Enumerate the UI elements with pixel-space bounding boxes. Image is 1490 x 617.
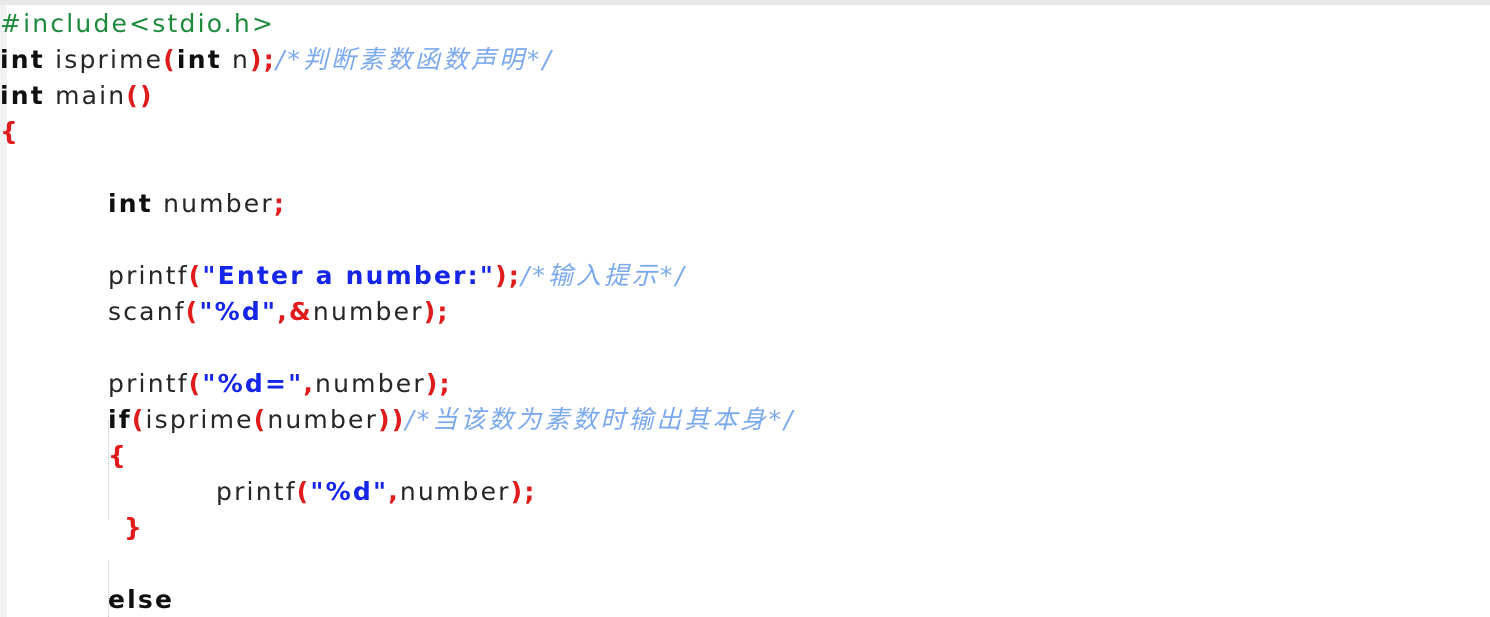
code-line[interactable]: printf("%d=",number); [0, 366, 1490, 402]
code-line[interactable]: } [0, 510, 1490, 546]
code-line[interactable]: if(isprime(number))/*当该数为素数时输出其本身*/ [0, 402, 1490, 438]
punctuation-token: ( [163, 45, 177, 74]
code-line[interactable]: { [0, 438, 1490, 474]
code-line[interactable]: printf("%d",number); [0, 474, 1490, 510]
punctuation-token: } [124, 513, 144, 542]
string-literal-token: "%d=" [202, 369, 304, 398]
identifier-token: number [315, 369, 426, 398]
identifier-token: number [267, 405, 379, 434]
punctuation-token: ( [253, 405, 268, 434]
punctuation-token: ( [131, 405, 146, 434]
code-line-blank[interactable] [0, 222, 1490, 258]
punctuation-token: ; [439, 369, 452, 398]
indent-guide-line [108, 560, 109, 617]
punctuation-token: ) [425, 369, 440, 398]
punctuation-token: , [277, 297, 289, 326]
keyword-token: int [108, 189, 153, 218]
punctuation-token: ; [437, 297, 450, 326]
identifier-token: number [312, 297, 424, 326]
identifier-token: printf [216, 477, 297, 506]
punctuation-token: , [303, 369, 316, 398]
punctuation-token: ) [250, 45, 264, 74]
punctuation-token: () [126, 81, 154, 110]
code-line[interactable]: int number; [0, 186, 1490, 222]
identifier-token: printf [108, 369, 189, 398]
punctuation-token: )) [378, 405, 406, 434]
identifier-token: main [44, 81, 127, 110]
punctuation-token: { [0, 117, 20, 146]
punctuation-token: ( [188, 369, 203, 398]
code-line[interactable]: int main() [0, 78, 1490, 114]
identifier-token: n [221, 45, 251, 74]
keyword-token: int [176, 45, 222, 74]
keyword-token: int [0, 45, 45, 74]
preprocessor-token: #include<stdio.h> [0, 9, 276, 38]
string-literal-token: "%d" [199, 297, 278, 326]
code-line[interactable]: scanf("%d",&number); [0, 294, 1490, 330]
identifier-token: number [399, 477, 511, 506]
punctuation-token: ( [188, 261, 203, 290]
code-line[interactable]: printf("Enter a number:");/*输入提示*/ [0, 258, 1490, 294]
code-line-blank[interactable] [0, 546, 1490, 582]
comment-token: /*判断素数函数声明*/ [275, 45, 554, 74]
code-line-blank[interactable] [0, 330, 1490, 366]
keyword-token: if [108, 405, 132, 434]
punctuation-token: ) [510, 477, 525, 506]
identifier-token: isprime [145, 405, 254, 434]
code-line-blank[interactable] [0, 150, 1490, 186]
identifier-token: scanf [108, 297, 186, 326]
identifier-token: number [152, 189, 274, 218]
punctuation-token: { [108, 441, 128, 470]
punctuation-token: ; [524, 477, 537, 506]
comment-token: /*当该数为素数时输出其本身*/ [405, 405, 796, 434]
punctuation-token: ; [508, 261, 521, 290]
punctuation-token: , [388, 477, 400, 506]
punctuation-token: & [288, 297, 313, 326]
indent-guide-line [108, 420, 109, 520]
code-line[interactable]: #include<stdio.h> [0, 6, 1490, 42]
keyword-token: else [108, 585, 175, 614]
code-line[interactable]: else [0, 582, 1490, 617]
code-lines-container: #include<stdio.h> int isprime(int n);/*判断… [0, 6, 1490, 617]
comment-token: /*输入提示*/ [520, 261, 687, 290]
punctuation-token: ) [495, 261, 509, 290]
code-line[interactable]: int isprime(int n);/*判断素数函数声明*/ [0, 42, 1490, 78]
code-line[interactable]: { [0, 114, 1490, 150]
punctuation-token: ( [296, 477, 311, 506]
string-literal-token: "%d" [310, 477, 389, 506]
keyword-token: int [0, 81, 45, 110]
top-edge-strip [0, 0, 1490, 5]
string-literal-token: "Enter a number:" [202, 261, 496, 290]
identifier-token: isprime [44, 45, 164, 74]
punctuation-token: ) [423, 297, 438, 326]
punctuation-token: ; [263, 45, 276, 74]
identifier-token: printf [108, 261, 189, 290]
code-editor-view: #include<stdio.h> int isprime(int n);/*判断… [0, 0, 1490, 617]
punctuation-token: ; [273, 189, 287, 218]
punctuation-token: ( [185, 297, 200, 326]
